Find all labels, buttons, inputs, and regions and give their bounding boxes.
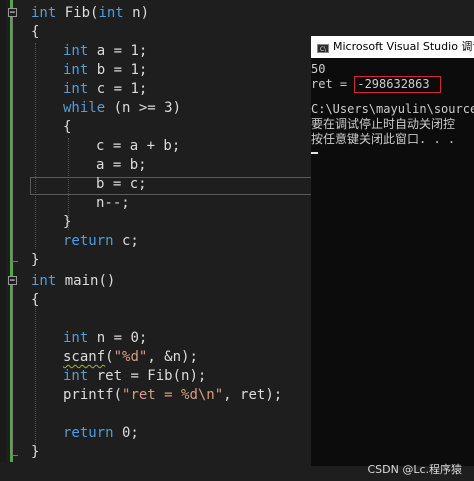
code-text: { bbox=[63, 119, 72, 135]
code-text: c = 1; bbox=[88, 81, 148, 97]
code-text: , &n); bbox=[147, 349, 198, 365]
code-line[interactable]: int c = 1; bbox=[63, 80, 147, 99]
code-line[interactable]: } bbox=[63, 213, 71, 232]
keyword: int bbox=[98, 5, 124, 21]
code-line-main-signature[interactable]: int main() bbox=[31, 272, 115, 291]
collapse-fib-icon[interactable]: − bbox=[8, 8, 17, 18]
code-line-fib-signature[interactable]: int Fib(int n) bbox=[31, 4, 149, 23]
console-output-line: ret = -298632863 bbox=[311, 76, 441, 93]
code-line[interactable]: c = a + b; bbox=[96, 137, 180, 156]
code-text: c = a + b; bbox=[96, 138, 181, 154]
console-message-line: 要在调试停止时自动关闭控 bbox=[311, 117, 456, 131]
console-title: Microsoft Visual Studio 调试控 bbox=[333, 40, 474, 53]
console-ret-label: ret = bbox=[311, 77, 355, 91]
console-cursor bbox=[311, 152, 318, 154]
code-line[interactable]: while (n >= 3) bbox=[63, 99, 181, 118]
keyword: int bbox=[63, 62, 89, 78]
code-line[interactable]: } bbox=[31, 443, 39, 462]
console-input-line: 50 bbox=[311, 62, 326, 76]
code-text: n--; bbox=[96, 195, 130, 211]
code-text: ( bbox=[105, 349, 114, 365]
code-text: Fib( bbox=[56, 5, 99, 21]
fold-end bbox=[12, 455, 18, 456]
keyword: return bbox=[63, 425, 114, 441]
code-line-current[interactable]: b = c; bbox=[96, 175, 147, 194]
collapse-main-icon[interactable]: − bbox=[8, 276, 17, 286]
console-ret-value: -298632863 bbox=[354, 76, 441, 93]
keyword: int bbox=[63, 368, 89, 384]
code-text: 0; bbox=[113, 425, 139, 441]
code-text: n = 0; bbox=[88, 330, 148, 346]
code-text: b = 1; bbox=[88, 62, 148, 78]
code-line[interactable]: } bbox=[31, 251, 39, 270]
code-line[interactable]: a = b; bbox=[96, 156, 147, 175]
code-text: } bbox=[31, 252, 40, 268]
code-line[interactable]: n--; bbox=[96, 194, 130, 213]
code-text: (n >= 3) bbox=[105, 100, 182, 116]
code-text: c; bbox=[113, 233, 139, 249]
code-text: scanf bbox=[63, 349, 106, 365]
code-text: n) bbox=[123, 5, 150, 21]
fold-end bbox=[12, 261, 18, 262]
code-line[interactable]: return 0; bbox=[63, 424, 139, 443]
code-text: { bbox=[31, 292, 40, 308]
code-text: main() bbox=[56, 273, 116, 289]
code-text: { bbox=[31, 24, 40, 40]
code-text: b = c; bbox=[96, 176, 147, 192]
code-line[interactable]: int b = 1; bbox=[63, 61, 147, 80]
console-message-line: 按任意键关闭此窗口. . . bbox=[311, 132, 456, 146]
editor-gutter bbox=[0, 0, 6, 462]
indent-guide bbox=[35, 43, 36, 249]
keyword: int bbox=[31, 273, 57, 289]
keyword: int bbox=[63, 43, 89, 59]
code-line[interactable]: int ret = Fib(n); bbox=[63, 367, 206, 386]
code-line[interactable]: printf("ret = %d\n", ret); bbox=[63, 386, 282, 405]
code-text: , ret); bbox=[223, 387, 283, 403]
console-path-line: C:\Users\mayulin\source\ bbox=[311, 102, 474, 116]
fold-line bbox=[12, 285, 13, 455]
code-line[interactable]: scanf("%d", &n); bbox=[63, 348, 198, 367]
string-literal: "%d" bbox=[113, 349, 148, 365]
csdn-watermark: CSDN @Lc.程序猿 bbox=[367, 463, 462, 476]
code-line[interactable]: { bbox=[31, 23, 39, 42]
keyword: int bbox=[63, 81, 89, 97]
string-literal: "ret = %d\n" bbox=[122, 387, 224, 403]
code-line[interactable]: int a = 1; bbox=[63, 42, 147, 61]
visual-studio-icon: C\ bbox=[317, 44, 329, 53]
code-line[interactable]: int n = 0; bbox=[63, 329, 147, 348]
code-text: a = b; bbox=[96, 157, 147, 173]
code-line[interactable]: return c; bbox=[63, 232, 139, 251]
indent-guide bbox=[35, 300, 36, 450]
code-text: a = 1; bbox=[88, 43, 148, 59]
debug-console-window[interactable]: C\ Microsoft Visual Studio 调试控 50 ret = -… bbox=[311, 36, 474, 466]
code-line[interactable]: { bbox=[31, 291, 39, 310]
code-text: } bbox=[63, 214, 72, 230]
fold-line bbox=[12, 17, 13, 261]
code-text: } bbox=[31, 444, 40, 460]
keyword: return bbox=[63, 233, 114, 249]
code-text: printf( bbox=[63, 387, 123, 403]
current-line-highlight bbox=[30, 177, 315, 195]
console-title-bar[interactable]: C\ Microsoft Visual Studio 调试控 bbox=[311, 36, 474, 58]
keyword: int bbox=[63, 330, 89, 346]
keyword: while bbox=[63, 100, 106, 116]
code-line[interactable]: { bbox=[63, 118, 71, 137]
keyword: int bbox=[31, 5, 57, 21]
code-text: ret = Fib(n); bbox=[88, 368, 207, 384]
